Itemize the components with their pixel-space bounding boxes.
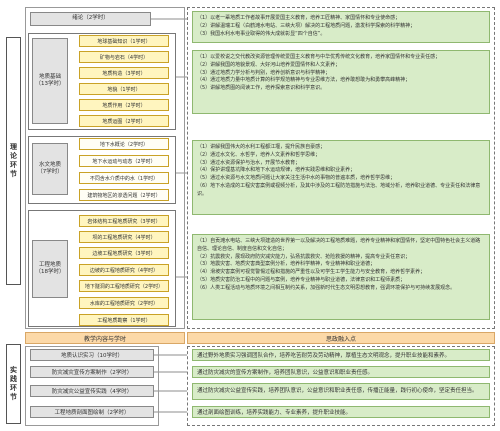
practice-item: 工程地质剖面图绘制（2学时） [30, 406, 154, 418]
course-item: 地下水运动与动态（2学时） [79, 155, 169, 167]
course-item-label: 矿物与岩石（4学时） [99, 54, 149, 61]
group-geology-basics-goals: （1）以爱校说之交代教改资源管理传统爱国主义教育与中华优秀传统文化教育，培养家国… [192, 50, 490, 114]
group-engineering-geology-goals: （1）自贡滩水电站、三峡大坝建造的世界第一以及解决的工程地质难题，培养专业精神和… [192, 234, 490, 320]
practice-goal: 通过防灾减灾的宣传方案制作，培养团队意识，公益意识和职业责任感。 [192, 366, 490, 378]
course-item: 水库的工程地质研究（2学时） [79, 297, 169, 309]
course-item-label: 地貌（1学时） [107, 86, 141, 93]
group-geology-basics-name: 地质基础 （13学时） [32, 38, 68, 124]
course-item-label: 地下水概论（2学时） [99, 141, 149, 148]
course-item-label: 工程地质勘察（1学时） [97, 317, 151, 324]
intro-label: 绪论（2学时） [72, 15, 109, 22]
course-item: 地质运图（2学时） [79, 115, 169, 127]
course-item: 边坡的工程地质研究（4学时） [79, 264, 169, 276]
header-ideology-label: 思政融入点 [325, 335, 356, 343]
course-item-label: 坝的工程地质研究（4学时） [92, 234, 156, 241]
practice-item-label: 地质认识实习（10学时） [61, 353, 123, 359]
section-label-theory-text: 理论环节 [9, 143, 18, 179]
intro-goals: （1）以老一辈地质工作者故事开展爱国主义教育，培养工匠精神、家国情怀和专业使命感… [192, 11, 490, 43]
practice-goal-text: 通过野外地质实习强调团队合作，培养吃苦耐劳及劳动精神，厚植生态文明观念，提升职业… [197, 353, 451, 359]
group-hydrogeology-title: 水文地质 （7学时） [37, 161, 63, 175]
header-content-label: 教学内容与学时 [83, 335, 126, 343]
course-item-label: 不同含水介质中的水（1学时） [89, 175, 159, 182]
course-item-label: 地下水运动与动态（2学时） [92, 158, 156, 165]
section-label-theory: 理论环节 [6, 37, 21, 285]
practice-item-label: 防灾减灾公益宣传实践（4学时） [51, 389, 133, 395]
course-item-label: 水库的工程地质研究（2学时） [89, 300, 159, 307]
section-label-practice-text: 实践环节 [9, 366, 18, 402]
course-item: 矿物与岩石（4学时） [79, 51, 169, 63]
header-ideology: 思政融入点 [187, 332, 495, 344]
practice-goal: 通过防灾减灾公益宣传实践，培养团队意识，公益意识和职业责任感，传播正能量，践行初… [192, 383, 490, 400]
intro-box: 绪论（2学时） [30, 12, 151, 26]
course-item-label: 边坡的工程地质研究（4学时） [89, 267, 159, 274]
course-item: 地质作用（2学时） [79, 99, 169, 111]
practice-goal-text: 通过防灾减灾公益宣传实践，培养团队意识，公益意识和职业责任感，传播正能量，践行初… [197, 387, 478, 394]
practice-goal-text: 通过防灾减灾的宣传方案制作，培养团队意识，公益意识和职业责任感。 [197, 370, 374, 376]
course-item-label: 地质构造（3学时） [102, 70, 146, 77]
course-item-label: 岩体结构工程地质研究（3学时） [87, 218, 161, 225]
group-engineering-geology-name: 工程地质 （18学时） [32, 240, 68, 298]
course-item-label: 地球基础知识（1学时） [97, 38, 151, 45]
course-item: 边坡工程地质研究（3学时） [79, 247, 169, 259]
practice-item: 地质认识实习（10学时） [30, 349, 154, 361]
course-item-label: 边坡工程地质研究（3学时） [92, 250, 156, 257]
practice-item-label: 工程地质剖面图绘制（2学时） [54, 410, 130, 416]
group-hydrogeology-name: 水文地质 （7学时） [32, 143, 68, 195]
course-item: 地貌（1学时） [79, 83, 169, 95]
practice-item: 防灾减灾公益宣传实践（4学时） [30, 385, 154, 397]
course-item: 地下隧洞的工程地质研究（2学时） [79, 280, 169, 292]
practice-goal: 通过野外地质实习强调团队合作，培养吃苦耐劳及劳动精神，厚植生态文明观念，提升职业… [192, 349, 490, 361]
group-geology-basics-title: 地质基础 （13学时） [35, 73, 65, 87]
section-label-practice: 实践环节 [6, 344, 21, 424]
course-item: 不同含水介质中的水（1学时） [79, 172, 169, 184]
course-item-label: 地质作用（2学时） [102, 102, 146, 109]
course-item: 建筑物地区的渗透问题（2学时） [79, 189, 169, 201]
course-item: 工程地质勘察（1学时） [79, 314, 169, 326]
course-item-label: 地质运图（2学时） [102, 118, 146, 125]
course-item-label: 建筑物地区的渗透问题（2学时） [87, 192, 161, 199]
group-hydrogeology-goals: （1）讲解我国伟大的水利工程都江堰，提升民族自豪感； （2）通过水文化、水哲学，… [192, 140, 490, 215]
practice-goal: 通过剖面绘图训练，培养实践能力、专业素养，提升职业技能。 [192, 406, 490, 418]
course-item: 岩体结构工程地质研究（3学时） [79, 215, 169, 227]
practice-item-label: 防灾减灾宣传方案制作（2学时） [51, 370, 133, 376]
course-item: 地球基础知识（1学时） [79, 35, 169, 47]
practice-goal-text: 通过剖面绘图训练，培养实践能力、专业素养，提升职业技能。 [197, 410, 352, 416]
practice-item: 防灾减灾宣传方案制作（2学时） [30, 366, 154, 378]
course-item: 坝的工程地质研究（4学时） [79, 231, 169, 243]
course-item: 地下水概论（2学时） [79, 138, 169, 150]
group-engineering-geology-title: 工程地质 （18学时） [35, 261, 65, 275]
course-item-label: 地下隧洞的工程地质研究（2学时） [84, 283, 164, 290]
header-content: 教学内容与学时 [25, 332, 185, 344]
course-item: 地质构造（3学时） [79, 67, 169, 79]
